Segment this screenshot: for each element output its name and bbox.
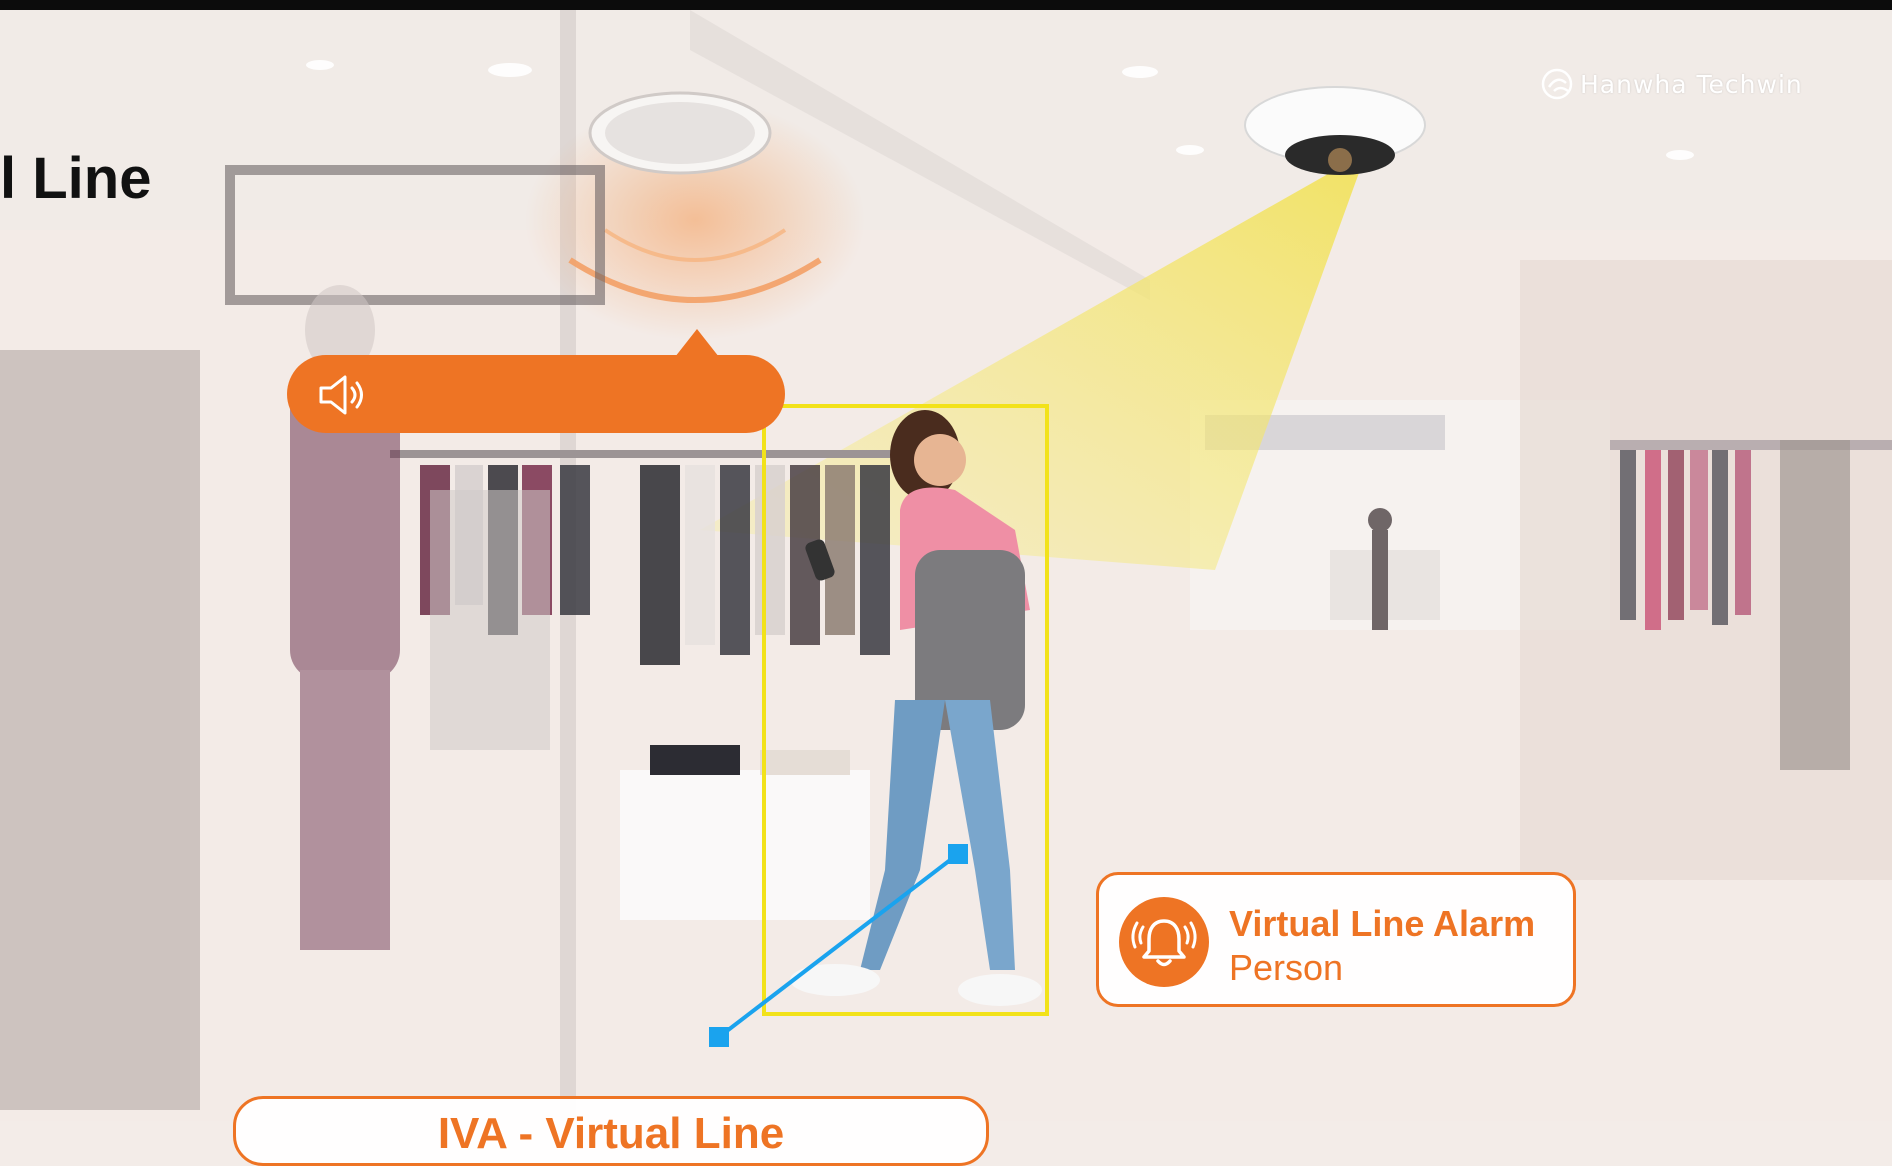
brand-logo: Hanwha Techwin	[1540, 62, 1803, 106]
bell-ringing-icon	[1131, 919, 1197, 967]
top-bar	[0, 0, 1892, 10]
speaker-callout	[287, 329, 785, 433]
alarm-subtitle: Person	[1229, 947, 1344, 988]
alarm-title: Virtual Line Alarm	[1229, 903, 1536, 944]
iva-virtual-line-label: IVA - Virtual Line	[233, 1096, 989, 1166]
speaker-icon	[319, 375, 363, 415]
brand-name: Hanwha Techwin	[1580, 69, 1803, 99]
hanwha-logo-icon	[1541, 68, 1573, 100]
alarm-icon-circle	[1119, 897, 1209, 987]
page-title: l Line	[0, 146, 152, 211]
iva-virtual-line-text: IVA - Virtual Line	[437, 1109, 785, 1158]
virtual-line-alarm-card: Virtual Line Alarm Person	[1096, 872, 1576, 1007]
mall-scene-illustration	[0, 10, 1892, 1121]
